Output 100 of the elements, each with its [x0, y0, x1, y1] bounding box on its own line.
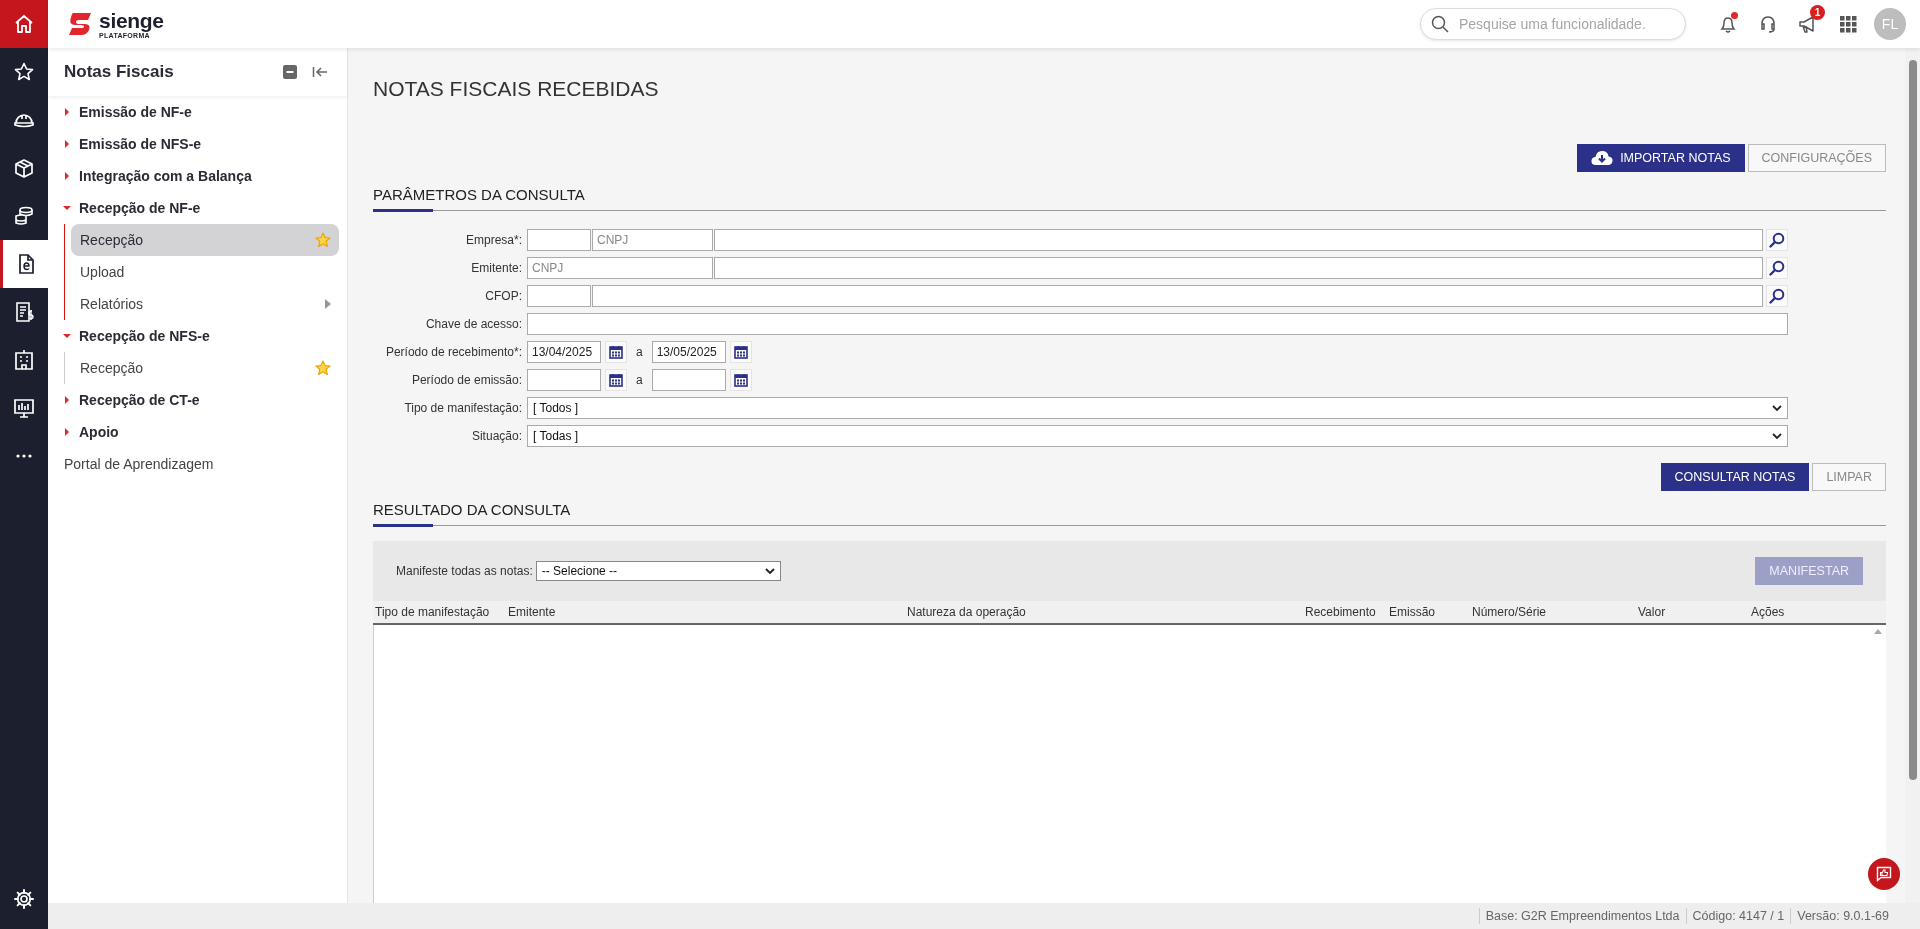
calendar-icon [733, 345, 748, 359]
search-field[interactable]: Pesquise uma funcionalidade. [1420, 8, 1686, 40]
column-header: Emissão [1388, 605, 1436, 619]
column-header: Tipo de manifestação [374, 605, 491, 619]
chevron-icon [1772, 405, 1782, 411]
feedback-button[interactable] [1868, 858, 1900, 890]
field-label: Chave de acesso: [424, 317, 523, 331]
column-header: Número/Série [1471, 605, 1548, 619]
scroll-up-icon [1874, 629, 1882, 634]
sidebar-title: Notas Fiscais [64, 62, 175, 82]
minus-square-icon [282, 64, 298, 80]
search-icon [1769, 260, 1785, 276]
search-button[interactable] [1766, 285, 1788, 307]
calendar-button[interactable] [729, 369, 752, 391]
chevron-icon [764, 568, 775, 574]
column-header: Emitente [507, 605, 557, 619]
thumbs-up-icon [1876, 866, 1892, 882]
scrollbar[interactable] [1905, 48, 1920, 903]
logo-icon [67, 11, 93, 37]
calendar-button[interactable] [729, 341, 752, 363]
count-badge: 1 [1810, 5, 1825, 20]
status-text: Base: G2R Empreendimentos Ltda [1478, 908, 1686, 924]
more-icon [16, 454, 32, 458]
input-field[interactable] [592, 285, 1763, 307]
input-field[interactable] [714, 257, 1763, 279]
input-field[interactable] [527, 369, 601, 391]
bell-icon [1719, 14, 1737, 34]
calendar-button[interactable] [605, 341, 627, 363]
headset-icon [1759, 15, 1777, 33]
input-field[interactable] [527, 313, 1788, 335]
heading-underline [373, 524, 433, 527]
home-icon [13, 13, 35, 35]
menu-group[interactable]: Recepção de NFS-e [63, 320, 339, 352]
input-field[interactable] [527, 229, 591, 251]
page-title: NOTAS FISCAIS RECEBIDAS [373, 76, 660, 102]
settings-icon [13, 888, 35, 910]
logo-text: sienge [99, 9, 164, 31]
chevron-icon [1772, 433, 1782, 439]
calendar-button[interactable] [605, 369, 627, 391]
action-button[interactable]: CONSULTAR NOTAS [1660, 463, 1810, 491]
menu-item[interactable]: Relatórios [71, 288, 339, 320]
field-label: Manifeste todas as notas: [396, 564, 533, 578]
menu-item[interactable]: Upload [71, 256, 339, 288]
field-label: Situação: [470, 429, 523, 443]
range-separator: a [635, 373, 644, 387]
menu-group[interactable]: Emissão de NF-e [63, 96, 339, 128]
menu-group[interactable]: Recepção de NF-e [63, 192, 339, 224]
input-field[interactable]: CNPJ [592, 229, 713, 251]
field-label: Emitente: [470, 261, 523, 275]
field-label: Tipo de manifestação: [403, 401, 523, 415]
column-header: Natureza da operação [906, 605, 1027, 619]
section-heading: PARÂMETROS DA CONSULTA [373, 186, 586, 204]
column-header: Recebimento [1304, 605, 1377, 619]
input-field[interactable]: CNPJ [527, 257, 713, 279]
dropdown[interactable]: [ Todas ] [527, 425, 1788, 447]
menu-group[interactable]: Recepção de CT-e [63, 384, 339, 416]
menu-group[interactable]: Integração com a Balança [63, 160, 339, 192]
input-field[interactable] [714, 229, 1763, 251]
dropdown[interactable]: -- Selecione -- [535, 561, 781, 581]
dropdown[interactable]: [ Todos ] [527, 397, 1788, 419]
field-label: Período de recebimento*: [384, 345, 523, 359]
search-icon [1769, 232, 1785, 248]
calendar-icon [609, 373, 623, 387]
input-field[interactable] [527, 285, 591, 307]
grid-icon [1839, 15, 1857, 33]
field-label: Período de emissão: [410, 373, 523, 387]
nav-rail-button[interactable] [0, 240, 48, 288]
search-icon [1431, 15, 1449, 33]
action-button[interactable]: IMPORTAR NOTAS [1577, 144, 1745, 172]
menu-item[interactable]: Recepção [71, 224, 339, 256]
star-icon [13, 61, 35, 83]
status-text: Versão: 9.0.1-69 [1790, 908, 1895, 924]
search-icon [1769, 288, 1785, 304]
collapse-icon [312, 66, 328, 78]
menu-link[interactable]: Portal de Aprendizagem [63, 448, 339, 480]
box-icon [13, 157, 35, 179]
menu-group[interactable]: Emissão de NFS-e [63, 128, 339, 160]
field-label: Empresa*: [464, 233, 523, 247]
menu-group[interactable]: Apoio [63, 416, 339, 448]
section-heading: RESULTADO DA CONSULTA [373, 501, 572, 519]
column-header: Valor [1637, 605, 1667, 619]
search-button[interactable] [1766, 229, 1788, 251]
scrollbar-thumb[interactable] [1909, 60, 1917, 780]
announcements-button[interactable]: 1 [1788, 4, 1828, 44]
monitor-icon [13, 397, 35, 419]
field-label: CFOP: [484, 289, 523, 303]
input-field[interactable]: 13/04/2025 [527, 341, 601, 363]
search-button[interactable] [1766, 257, 1788, 279]
column-header: Ações [1750, 605, 1786, 619]
calendar-icon [609, 345, 623, 359]
input-field[interactable]: 13/05/2025 [651, 341, 726, 363]
menu-item[interactable]: Recepção [71, 352, 339, 384]
input-field[interactable] [651, 369, 726, 391]
status-text: Código: 4147 / 1 [1685, 908, 1791, 924]
heading-underline [373, 209, 433, 212]
invoice-icon [13, 301, 35, 323]
range-separator: a [635, 345, 644, 359]
coins-icon [13, 205, 35, 227]
building-icon [13, 349, 35, 371]
calendar-icon [733, 373, 748, 387]
